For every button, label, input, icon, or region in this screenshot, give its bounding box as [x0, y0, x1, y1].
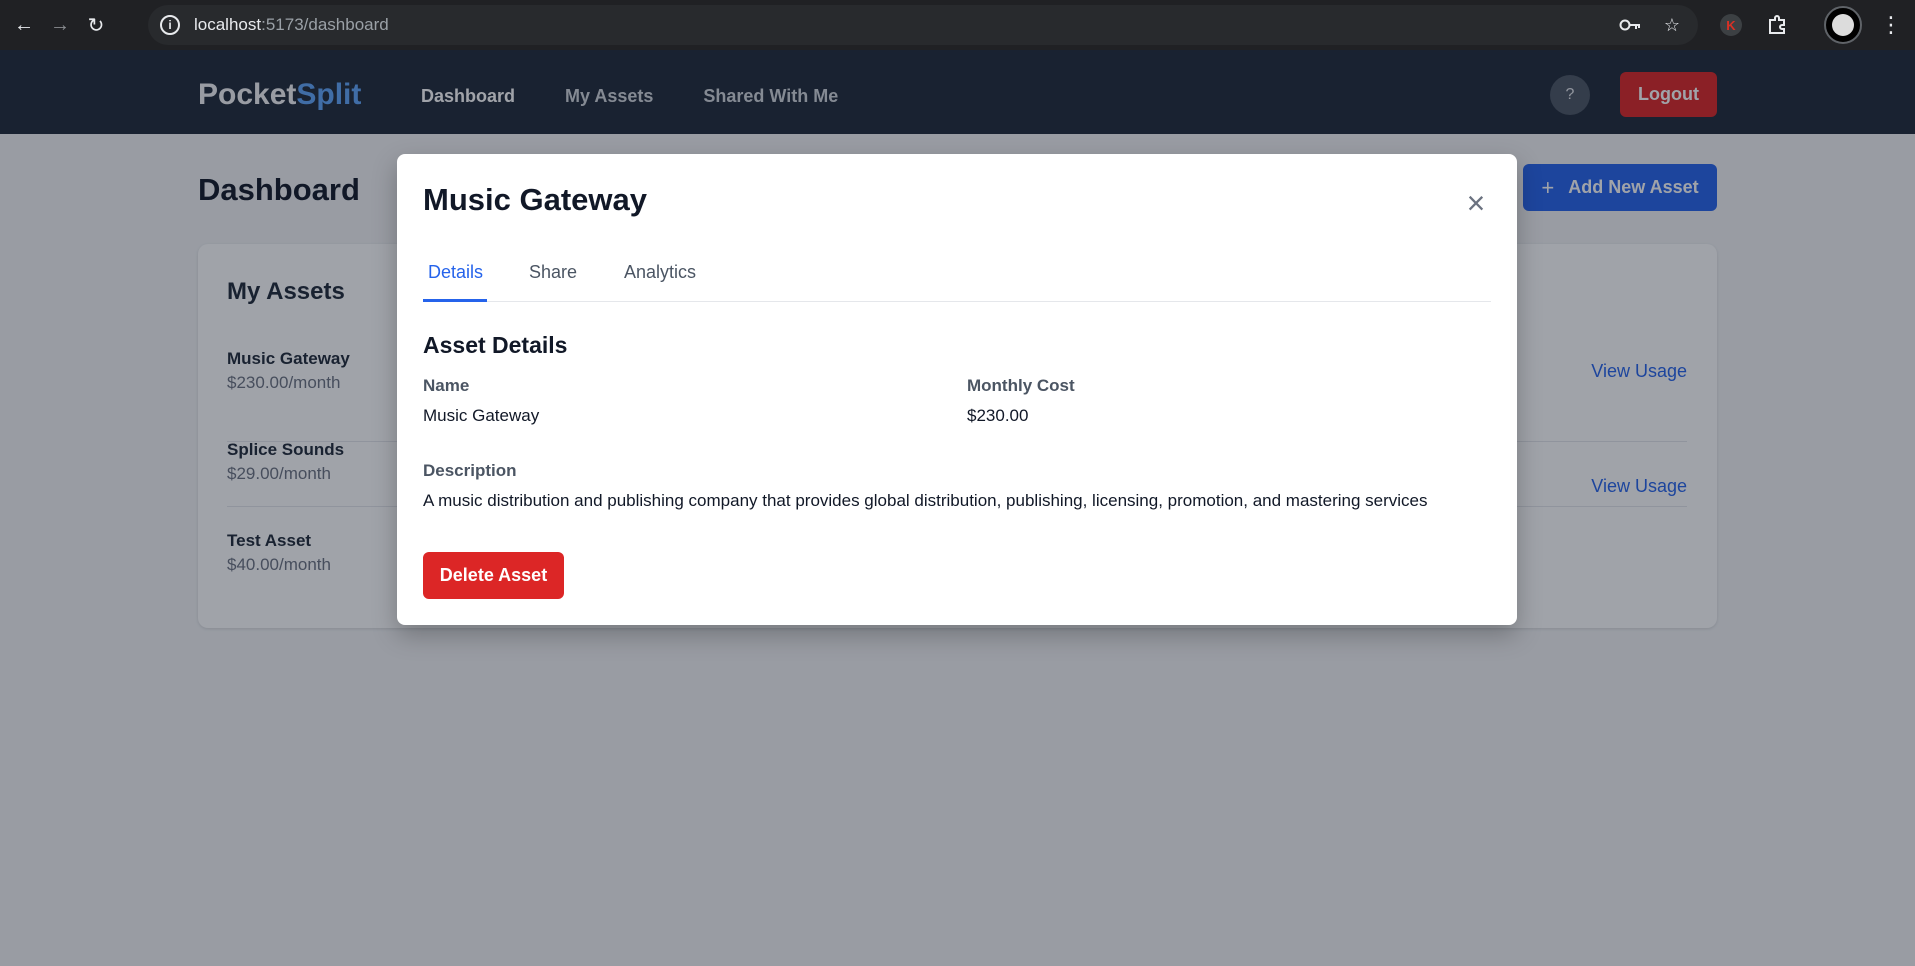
site-info-icon[interactable]: i	[160, 15, 180, 35]
monthly-cost-label: Monthly Cost	[967, 376, 1075, 395]
close-icon[interactable]: ×	[1461, 187, 1491, 219]
reload-icon[interactable]: ↻	[84, 13, 108, 37]
forward-icon[interactable]: →	[48, 13, 72, 37]
delete-asset-button[interactable]: Delete Asset	[423, 552, 564, 599]
description-value: A music distribution and publishing comp…	[423, 491, 1428, 510]
modal-tabs: Details Share Analytics	[423, 250, 1491, 302]
tab-analytics[interactable]: Analytics	[624, 262, 696, 283]
asset-modal: Music Gateway × Details Share Analytics …	[397, 154, 1517, 625]
name-value: Music Gateway	[423, 406, 540, 425]
back-icon[interactable]: ←	[12, 13, 36, 37]
url-text[interactable]: localhost:5173/dashboard	[194, 15, 389, 35]
address-bar[interactable]: i localhost:5173/dashboard ☆	[148, 5, 1698, 45]
extensions-icon[interactable]	[1764, 12, 1790, 38]
tab-share[interactable]: Share	[529, 262, 577, 283]
name-label: Name	[423, 376, 470, 395]
browser-menu-icon[interactable]: ⋮	[1880, 12, 1902, 38]
tab-details[interactable]: Details	[428, 262, 483, 283]
key-icon[interactable]	[1618, 13, 1642, 37]
active-tab-indicator	[423, 299, 487, 302]
section-title: Asset Details	[423, 332, 568, 358]
profile-avatar-icon[interactable]	[1824, 6, 1862, 44]
extension-k-icon[interactable]: K	[1720, 14, 1742, 36]
browser-toolbar: ← → ↻ i localhost:5173/dashboard ☆ K ⋮	[0, 0, 1915, 50]
modal-title: Music Gateway	[423, 182, 647, 217]
star-icon[interactable]: ☆	[1660, 13, 1684, 37]
description-label: Description	[423, 461, 517, 480]
monthly-cost-value: $230.00	[967, 406, 1029, 425]
